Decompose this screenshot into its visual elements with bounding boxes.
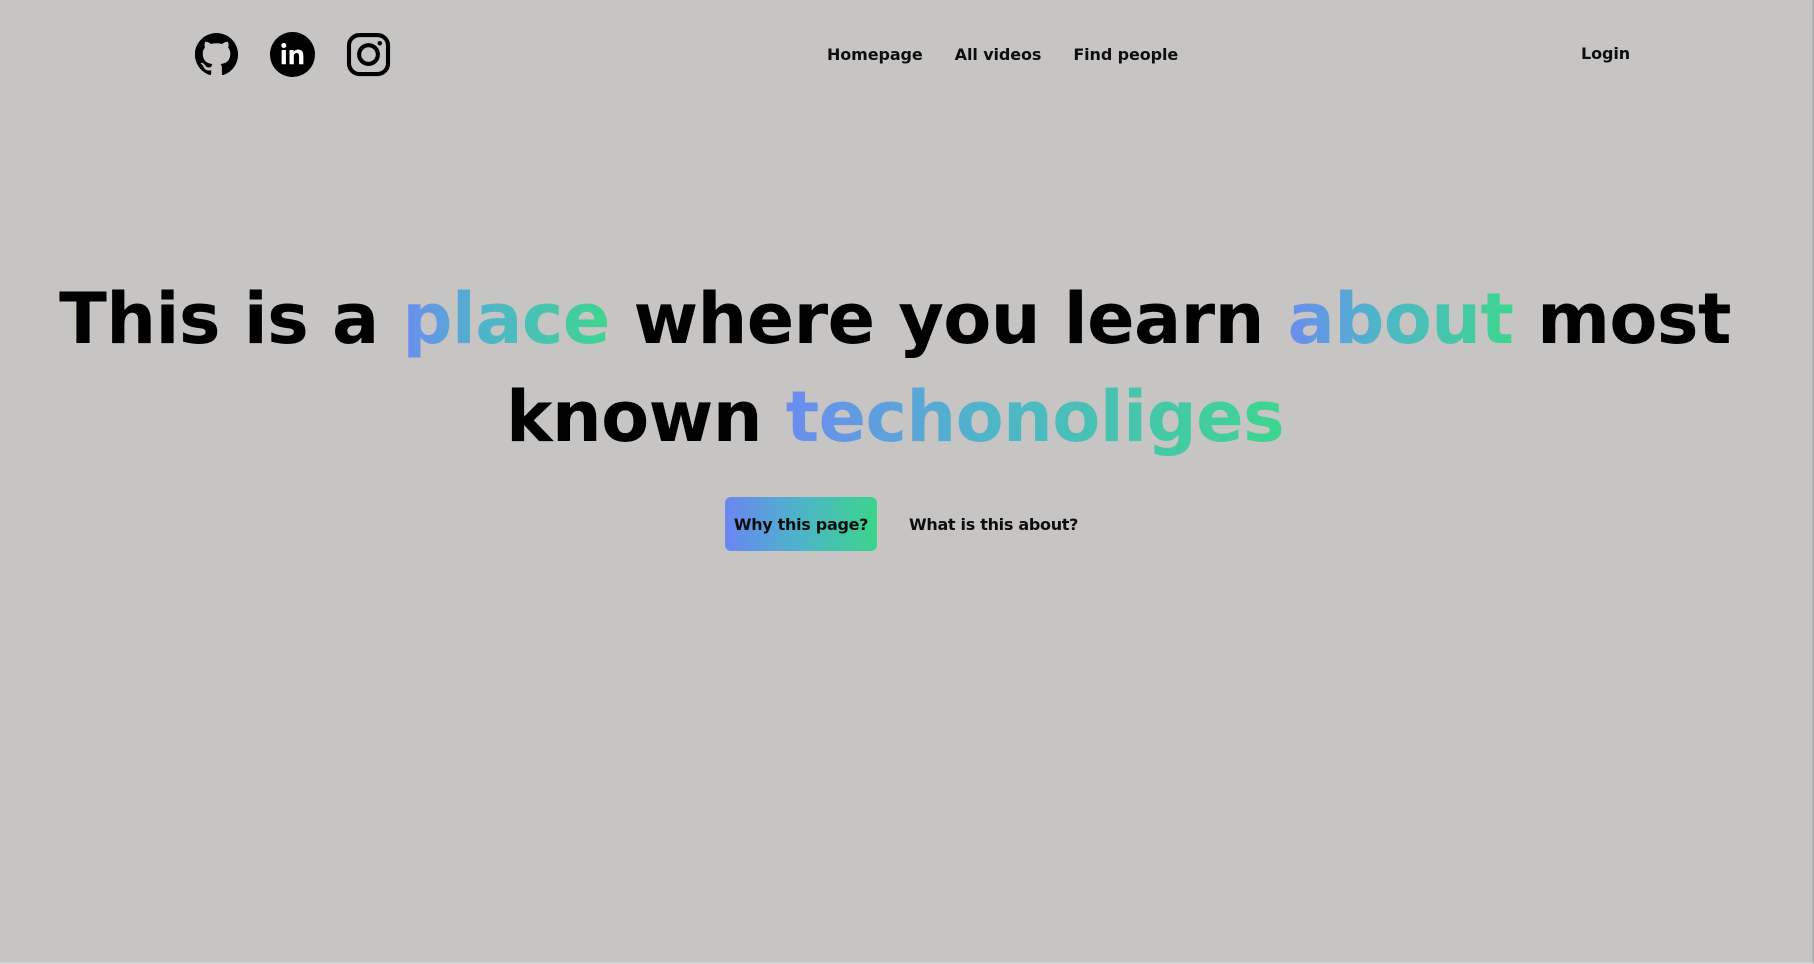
hero-actions: Why this page? What is this about? — [725, 497, 1078, 551]
why-this-page-button[interactable]: Why this page? — [725, 497, 877, 551]
headline-text-2: where you learn — [609, 278, 1288, 360]
instagram-icon — [346, 32, 391, 77]
social-links — [194, 32, 391, 77]
page: Homepage All videos Find people Login Th… — [0, 0, 1814, 964]
headline-text-1: This is a — [59, 278, 403, 360]
nav-all-videos[interactable]: All videos — [955, 42, 1042, 68]
login-link[interactable]: Login — [1581, 41, 1630, 67]
instagram-link[interactable] — [346, 32, 391, 77]
site-header: Homepage All videos Find people Login — [0, 0, 1812, 110]
github-icon — [194, 32, 239, 76]
linkedin-icon — [270, 32, 315, 77]
headline-highlight-techonoliges: techonoliges — [785, 376, 1285, 458]
main-nav: Homepage All videos Find people — [827, 42, 1178, 68]
nav-homepage[interactable]: Homepage — [827, 42, 923, 68]
github-link[interactable] — [194, 32, 239, 77]
what-is-this-about-button[interactable]: What is this about? — [909, 515, 1078, 534]
headline-highlight-place: place — [402, 278, 610, 360]
hero-headline: This is a place where you learn about mo… — [0, 270, 1790, 466]
headline-highlight-about: about — [1287, 278, 1514, 360]
hero: This is a place where you learn about mo… — [0, 270, 1790, 466]
linkedin-link[interactable] — [270, 32, 315, 77]
nav-find-people[interactable]: Find people — [1073, 42, 1178, 68]
